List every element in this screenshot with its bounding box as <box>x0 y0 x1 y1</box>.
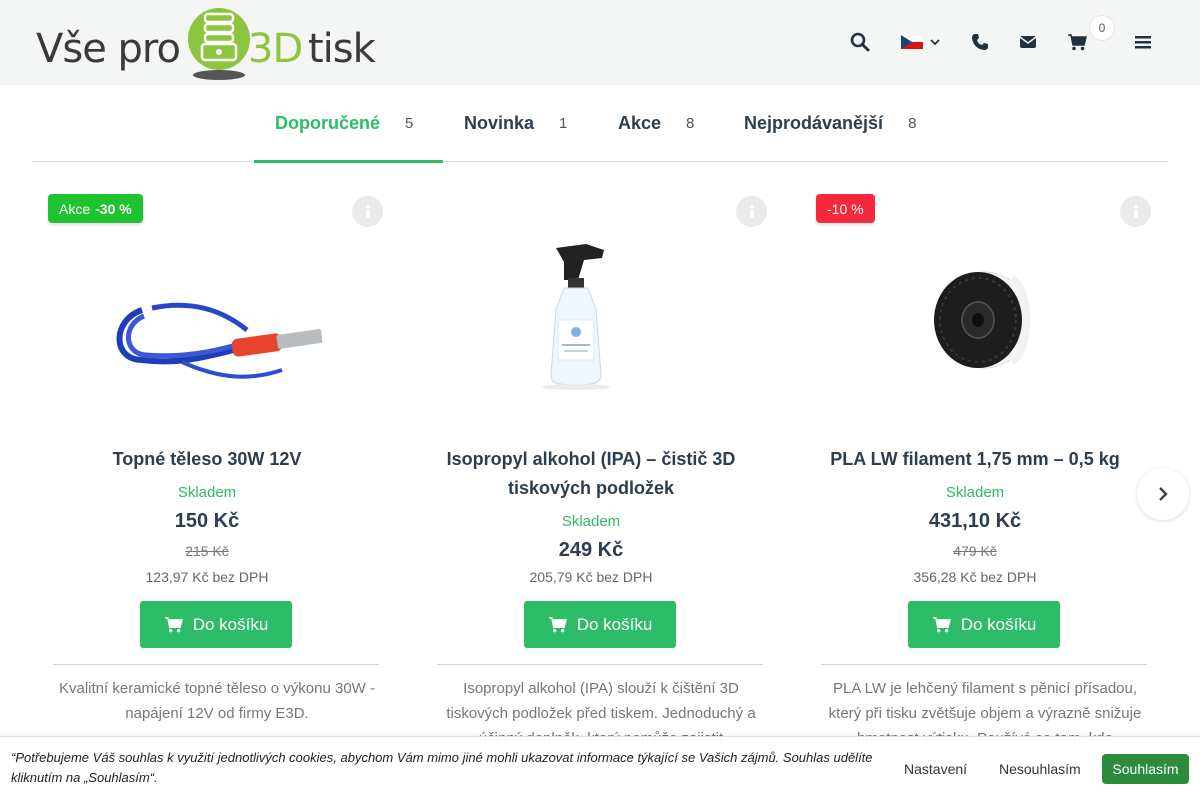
stock-status: Skladem <box>945 484 1005 501</box>
logo-printer-icon <box>188 8 250 80</box>
tab-count: 5 <box>405 115 414 132</box>
chevron-right-icon <box>1159 487 1168 501</box>
cookie-message: “Potřebujeme Váš souhlas k využití jedno… <box>11 750 873 785</box>
phone-icon[interactable] <box>966 28 994 56</box>
price-without-vat: 205,79 Kč bez DPH <box>529 569 653 585</box>
product-title[interactable]: Topné těleso 30W 12V <box>32 445 382 474</box>
add-to-cart-label: Do košíku <box>576 614 653 634</box>
divider <box>437 664 763 665</box>
product-title-line: tiskových podložek <box>507 478 675 498</box>
cookie-accept-button[interactable]: Souhlasím <box>1102 754 1189 784</box>
tab-label: Doporučené <box>275 113 381 133</box>
tab-recommended[interactable]: Doporučené 5 <box>254 85 443 163</box>
info-icon[interactable] <box>352 196 383 227</box>
stock-status: Skladem <box>177 484 237 501</box>
add-to-cart-button[interactable]: Do košíku <box>908 601 1060 648</box>
price-without-vat: 123,97 Kč bez DPH <box>145 569 269 585</box>
menu-icon[interactable] <box>1129 28 1157 56</box>
divider <box>53 664 379 665</box>
tab-count: 8 <box>686 115 695 132</box>
cart-count-badge: 0 <box>1089 15 1115 41</box>
old-price: 215 Kč <box>185 543 229 559</box>
product-description: Kvalitní keramické topné těleso o výkonu… <box>59 680 375 722</box>
add-to-cart-label: Do košíku <box>192 614 269 634</box>
discount-badge: -10 % <box>816 194 875 223</box>
sale-badge-label: Akce <box>59 200 91 217</box>
add-to-cart-button[interactable]: Do košíku <box>524 601 676 648</box>
czech-flag-icon <box>900 35 923 49</box>
chevron-down-icon <box>929 39 940 46</box>
carousel-next-button[interactable] <box>1137 468 1189 520</box>
info-icon[interactable] <box>736 196 767 227</box>
sale-badge-value: -30 % <box>95 200 132 217</box>
cart-icon <box>164 617 183 633</box>
info-icon[interactable] <box>1120 196 1151 227</box>
price-without-vat: 356,28 Kč bez DPH <box>913 569 1037 585</box>
logo-text-part3: tisk <box>308 26 376 72</box>
old-price: 479 Kč <box>953 543 997 559</box>
logo-text-part2: 3D <box>248 26 303 72</box>
search-icon[interactable] <box>846 28 874 56</box>
product-title-line: Isopropyl alkohol (IPA) – čistič 3D <box>446 449 736 469</box>
product-image-heater[interactable] <box>72 230 342 430</box>
cart-icon[interactable] <box>1063 28 1091 56</box>
product-tabs: Doporučené 5 Novinka 1 Akce 8 Nejprodáva… <box>32 85 1168 163</box>
cookie-consent-bar: “Potřebujeme Váš souhlas k využití jedno… <box>0 736 1200 800</box>
product-image-filament-spool[interactable] <box>840 230 1110 430</box>
product-title[interactable]: PLA LW filament 1,75 mm – 0,5 kg <box>800 445 1150 474</box>
site-logo[interactable]: Vše pro 3D tisk <box>36 4 376 80</box>
tab-new[interactable]: Novinka 1 <box>464 85 567 162</box>
tab-label: Akce <box>618 113 662 133</box>
cart-icon <box>548 617 567 633</box>
tab-label: Nejprodávanější <box>744 113 884 133</box>
tab-bestsellers[interactable]: Nejprodávanější 8 <box>744 85 916 162</box>
cookie-settings-link[interactable]: Nastavení <box>904 761 967 777</box>
cookie-decline-link[interactable]: Nesouhlasím <box>999 761 1081 777</box>
product-price: 249 Kč <box>558 539 624 561</box>
mail-icon[interactable] <box>1014 28 1042 56</box>
tab-count: 1 <box>559 115 568 132</box>
language-selector[interactable] <box>900 28 940 56</box>
sale-badge: Akce -30 % <box>48 194 143 223</box>
logo-text-part1: Vše pro <box>36 26 181 72</box>
divider <box>821 664 1147 665</box>
product-price: 150 Kč <box>174 510 240 532</box>
add-to-cart-button[interactable]: Do košíku <box>140 601 292 648</box>
product-card: -10 % PLA LW filament 1,75 mm – 0,5 kg S… <box>800 190 1151 750</box>
site-header: Vše pro 3D tisk 0 <box>0 0 1200 85</box>
cart-icon <box>932 617 951 633</box>
product-price: 431,10 Kč <box>928 510 1022 532</box>
discount-badge-value: -10 % <box>827 200 864 217</box>
tab-sale[interactable]: Akce 8 <box>618 85 694 162</box>
stock-status: Skladem <box>561 513 621 530</box>
product-title[interactable]: Isopropyl alkohol (IPA) – čistič 3D tisk… <box>416 445 766 503</box>
product-image-ipa-bottle[interactable] <box>456 230 726 430</box>
add-to-cart-label: Do košíku <box>960 614 1037 634</box>
tab-count: 8 <box>908 115 917 132</box>
product-card: Akce -30 % Topné těleso 30W 12V Skladem … <box>32 190 383 750</box>
tab-label: Novinka <box>464 113 535 133</box>
product-card: Isopropyl alkohol (IPA) – čistič 3D tisk… <box>416 190 767 750</box>
